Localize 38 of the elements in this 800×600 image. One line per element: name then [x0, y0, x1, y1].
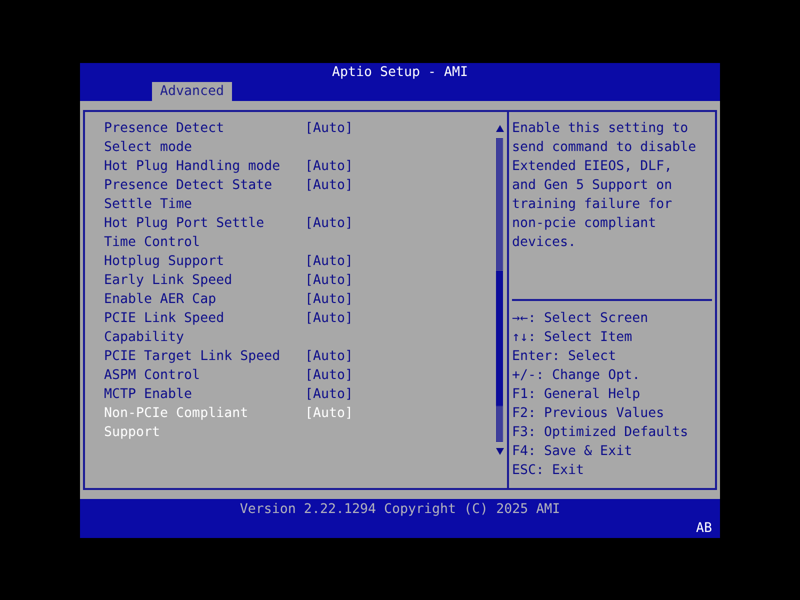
corner-label: AB — [696, 520, 712, 538]
setting-value[interactable]: [Auto] — [305, 157, 354, 176]
setting-label[interactable]: ASPM Control — [104, 366, 200, 385]
key-hint: F1: General Help — [512, 386, 640, 404]
key-hint: +/-: Change Opt. — [512, 367, 640, 385]
key-hint: ESC: Exit — [512, 462, 584, 480]
setting-value[interactable]: [Auto] — [305, 252, 354, 271]
key-hint: F3: Optimized Defaults — [512, 424, 688, 442]
key-hint: F2: Previous Values — [512, 405, 664, 423]
key-hint: F4: Save & Exit — [512, 443, 632, 461]
setting-label[interactable]: PCIE Target Link Speed — [104, 347, 280, 366]
setting-label[interactable]: MCTP Enable — [104, 385, 192, 404]
setting-value[interactable]: [Auto] — [305, 290, 354, 309]
setting-value[interactable]: [Auto] — [305, 271, 354, 290]
setting-value[interactable]: [Auto] — [305, 176, 354, 195]
scroll-down-icon — [496, 448, 504, 455]
setting-label[interactable]: Enable AER Cap — [104, 290, 216, 309]
key-hint: →←: Select Screen — [512, 310, 648, 328]
setting-value[interactable]: [Auto] — [305, 214, 354, 233]
tab[interactable]: Advanced — [152, 82, 232, 100]
setting-label[interactable]: PCIE Link Speed Capability — [104, 309, 224, 347]
setting-value[interactable]: [Auto] — [305, 347, 354, 366]
setting-label[interactable]: Hot Plug Port Settle Time Control — [104, 214, 264, 252]
window-title: Aptio Setup - AMI — [332, 64, 468, 82]
setting-value[interactable]: [Auto] — [305, 309, 354, 328]
setting-label[interactable]: Hotplug Support — [104, 252, 224, 271]
setting-label[interactable]: Presence Detect Select mode — [104, 119, 224, 157]
scroll-up-icon — [496, 125, 504, 132]
help-text: Enable this setting to send command to disable Extended EIEOS, DLF, and Gen 5 Support on training failure for non-pcie compliant devices. — [512, 120, 698, 252]
key-hint: Enter: Select — [512, 348, 616, 366]
setting-value[interactable]: [Auto] — [305, 119, 354, 138]
setting-value[interactable]: [Auto] — [305, 366, 354, 385]
setting-label[interactable]: Early Link Speed — [104, 271, 232, 290]
setting-value[interactable]: [Auto] — [305, 385, 354, 404]
setting-label[interactable]: Hot Plug Handling mode — [104, 157, 280, 176]
version-text: Version 2.22.1294 Copyright (C) 2025 AMI — [240, 500, 560, 518]
key-hint: ↑↓: Select Item — [512, 329, 632, 347]
setting-label[interactable]: Presence Detect State Settle Time — [104, 176, 272, 214]
